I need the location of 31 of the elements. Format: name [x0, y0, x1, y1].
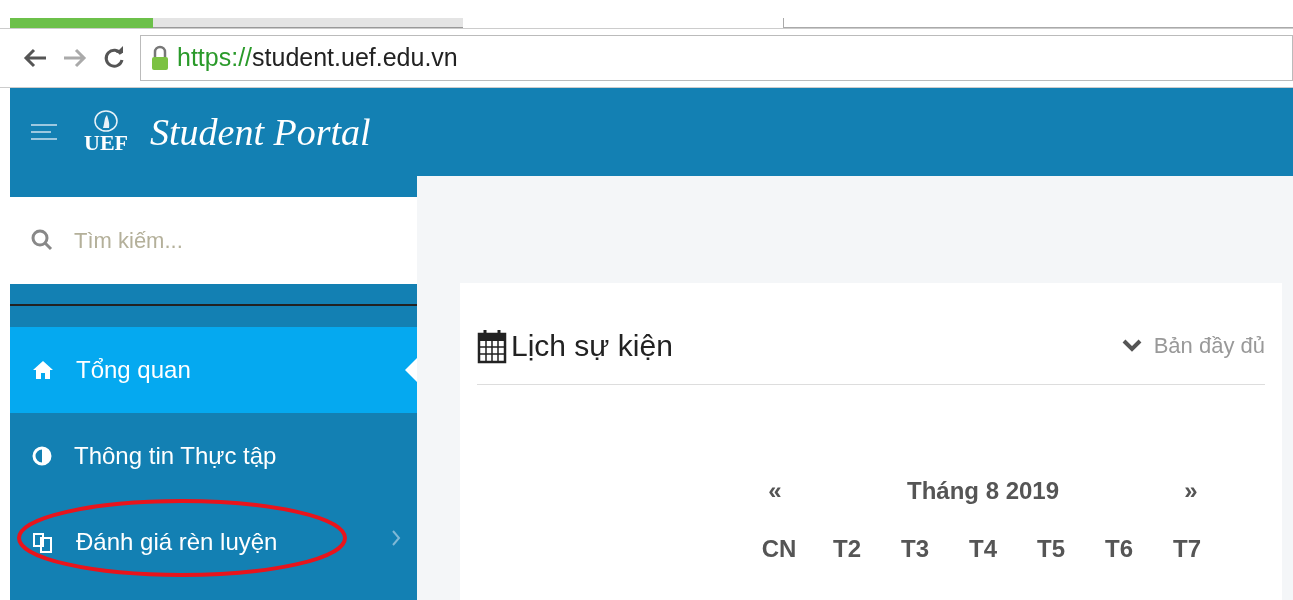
- reload-icon[interactable]: [102, 46, 126, 70]
- crest-icon: [93, 110, 119, 132]
- half-circle-icon: [32, 446, 52, 466]
- menu-icon[interactable]: [30, 122, 58, 142]
- url-text: https://student.uef.edu.vn: [177, 42, 458, 74]
- month-title: Tháng 8 2019: [906, 476, 1060, 506]
- calendar-icon: [477, 327, 507, 364]
- sidebar-item[interactable]: Tổng quan: [10, 327, 417, 413]
- search-field[interactable]: Tìm kiếm...: [10, 197, 417, 284]
- back-icon[interactable]: [22, 47, 48, 69]
- card-title: Lịch sự kiện: [511, 328, 673, 364]
- chevron-down-icon: [1121, 338, 1142, 353]
- weekday-header: T4: [968, 534, 998, 564]
- portal-title: Student Portal: [150, 109, 371, 155]
- browser-tab[interactable]: [153, 18, 463, 28]
- weekday-header: T5: [1036, 534, 1066, 564]
- search-icon: [30, 228, 54, 252]
- copy-icon: [32, 530, 54, 554]
- logo-text: UEF: [84, 132, 128, 154]
- prev-month-button[interactable]: «: [745, 473, 805, 509]
- weekday-header: T7: [1172, 534, 1202, 564]
- weekday-header: T6: [1104, 534, 1134, 564]
- next-month-button[interactable]: »: [1161, 473, 1221, 509]
- forward-icon[interactable]: [62, 47, 88, 69]
- address-bar[interactable]: https://student.uef.edu.vn: [140, 35, 1293, 81]
- weekday-header: CN: [760, 534, 798, 564]
- weekday-header: T2: [832, 534, 862, 564]
- home-icon: [32, 360, 54, 380]
- weekday-header: T3: [900, 534, 930, 564]
- full-view-link[interactable]: Bản đầy đủ: [1121, 329, 1265, 362]
- lock-icon: [151, 45, 169, 71]
